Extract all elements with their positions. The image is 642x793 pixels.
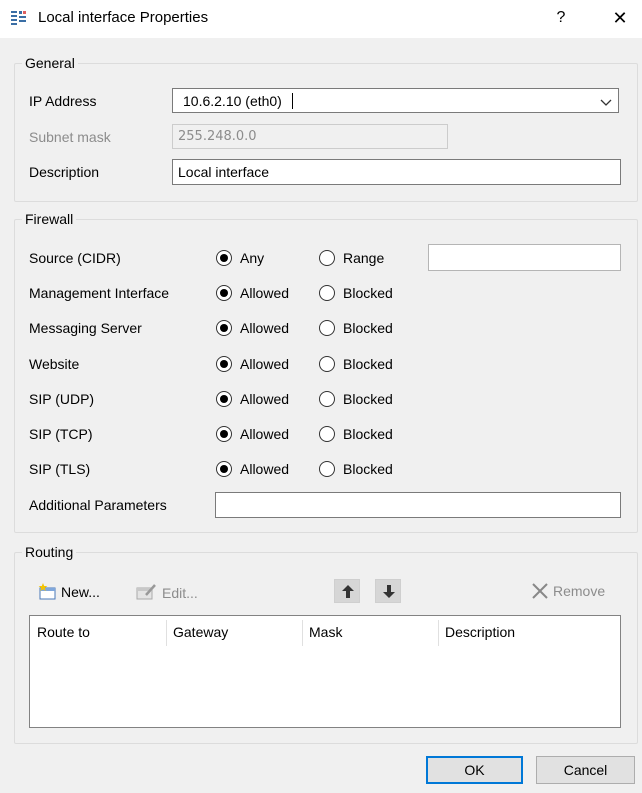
remove-x-icon bbox=[532, 583, 548, 602]
sip-tls-blocked-radio[interactable] bbox=[319, 461, 335, 477]
cancel-button[interactable]: Cancel bbox=[536, 756, 635, 784]
routes-table[interactable]: Route to Gateway Mask Description bbox=[29, 615, 621, 728]
website-allowed-label[interactable]: Allowed bbox=[240, 356, 289, 372]
new-route-label: New... bbox=[61, 584, 100, 600]
ok-button[interactable]: OK bbox=[426, 756, 523, 784]
messaging-blocked-radio[interactable] bbox=[319, 320, 335, 336]
sip-tcp-blocked-label[interactable]: Blocked bbox=[343, 426, 393, 442]
edit-route-button[interactable]: Edit... bbox=[136, 583, 198, 604]
management-blocked-label[interactable]: Blocked bbox=[343, 285, 393, 301]
source-any-label[interactable]: Any bbox=[240, 250, 264, 266]
properties-icon bbox=[10, 10, 28, 26]
source-cidr-label: Source (CIDR) bbox=[29, 250, 121, 266]
description-field[interactable]: Local interface bbox=[172, 159, 621, 185]
website-allowed-radio[interactable] bbox=[216, 356, 232, 372]
chevron-down-icon[interactable] bbox=[600, 95, 612, 106]
sip-udp-blocked-label[interactable]: Blocked bbox=[343, 391, 393, 407]
messaging-server-label: Messaging Server bbox=[29, 320, 142, 336]
column-header-route-to[interactable]: Route to bbox=[30, 616, 166, 648]
website-label: Website bbox=[29, 356, 80, 372]
column-header-description[interactable]: Description bbox=[438, 616, 618, 648]
routing-group-title: Routing bbox=[22, 544, 77, 560]
sip-tls-allowed-radio[interactable] bbox=[216, 461, 232, 477]
subnet-mask-label: Subnet mask bbox=[29, 129, 111, 145]
sip-udp-allowed-label[interactable]: Allowed bbox=[240, 391, 289, 407]
ip-address-label: IP Address bbox=[29, 93, 97, 109]
edit-route-label: Edit... bbox=[162, 585, 198, 601]
sip-tcp-label: SIP (TCP) bbox=[29, 426, 93, 442]
remove-route-label: Remove bbox=[553, 583, 606, 599]
help-button[interactable]: ? bbox=[549, 6, 573, 30]
arrow-up-icon bbox=[342, 585, 354, 601]
messaging-allowed-radio[interactable] bbox=[216, 320, 232, 336]
source-any-radio[interactable] bbox=[216, 250, 232, 266]
sip-tls-label: SIP (TLS) bbox=[29, 461, 91, 477]
sip-udp-allowed-radio[interactable] bbox=[216, 391, 232, 407]
sip-udp-label: SIP (UDP) bbox=[29, 391, 95, 407]
sip-udp-blocked-radio[interactable] bbox=[319, 391, 335, 407]
description-label: Description bbox=[29, 164, 100, 180]
title-bar: Local interface Properties ? ✕ bbox=[0, 0, 642, 38]
window-title: Local interface Properties bbox=[38, 9, 209, 26]
website-blocked-label[interactable]: Blocked bbox=[343, 356, 393, 372]
sip-tls-blocked-label[interactable]: Blocked bbox=[343, 461, 393, 477]
new-icon bbox=[38, 583, 58, 603]
sip-tls-allowed-label[interactable]: Allowed bbox=[240, 461, 289, 477]
subnet-mask-field: 255.248.0.0 bbox=[172, 124, 448, 149]
move-down-button[interactable] bbox=[375, 579, 401, 603]
column-header-mask[interactable]: Mask bbox=[302, 616, 438, 648]
sip-tcp-allowed-label[interactable]: Allowed bbox=[240, 426, 289, 442]
arrow-down-icon bbox=[383, 585, 395, 601]
remove-route-button[interactable]: Remove bbox=[532, 583, 605, 602]
management-interface-label: Management Interface bbox=[29, 285, 170, 301]
text-caret bbox=[292, 93, 293, 109]
management-allowed-radio[interactable] bbox=[216, 285, 232, 301]
ip-address-combobox[interactable]: 10.6.2.10 (eth0) bbox=[172, 88, 619, 113]
sip-tcp-allowed-radio[interactable] bbox=[216, 426, 232, 442]
messaging-blocked-label[interactable]: Blocked bbox=[343, 320, 393, 336]
general-group-title: General bbox=[22, 55, 78, 71]
close-button[interactable]: ✕ bbox=[606, 6, 634, 30]
source-range-radio[interactable] bbox=[319, 250, 335, 266]
source-range-field[interactable] bbox=[428, 244, 621, 271]
management-blocked-radio[interactable] bbox=[319, 285, 335, 301]
management-allowed-label[interactable]: Allowed bbox=[240, 285, 289, 301]
column-header-gateway[interactable]: Gateway bbox=[166, 616, 302, 648]
move-up-button[interactable] bbox=[334, 579, 360, 603]
ip-address-value: 10.6.2.10 (eth0) bbox=[183, 93, 282, 109]
source-range-label[interactable]: Range bbox=[343, 250, 384, 266]
additional-parameters-field[interactable] bbox=[215, 492, 621, 518]
new-route-button[interactable]: New... bbox=[38, 583, 100, 603]
website-blocked-radio[interactable] bbox=[319, 356, 335, 372]
edit-icon bbox=[136, 583, 158, 604]
firewall-group-title: Firewall bbox=[22, 211, 77, 227]
messaging-allowed-label[interactable]: Allowed bbox=[240, 320, 289, 336]
sip-tcp-blocked-radio[interactable] bbox=[319, 426, 335, 442]
additional-parameters-label: Additional Parameters bbox=[29, 497, 167, 513]
